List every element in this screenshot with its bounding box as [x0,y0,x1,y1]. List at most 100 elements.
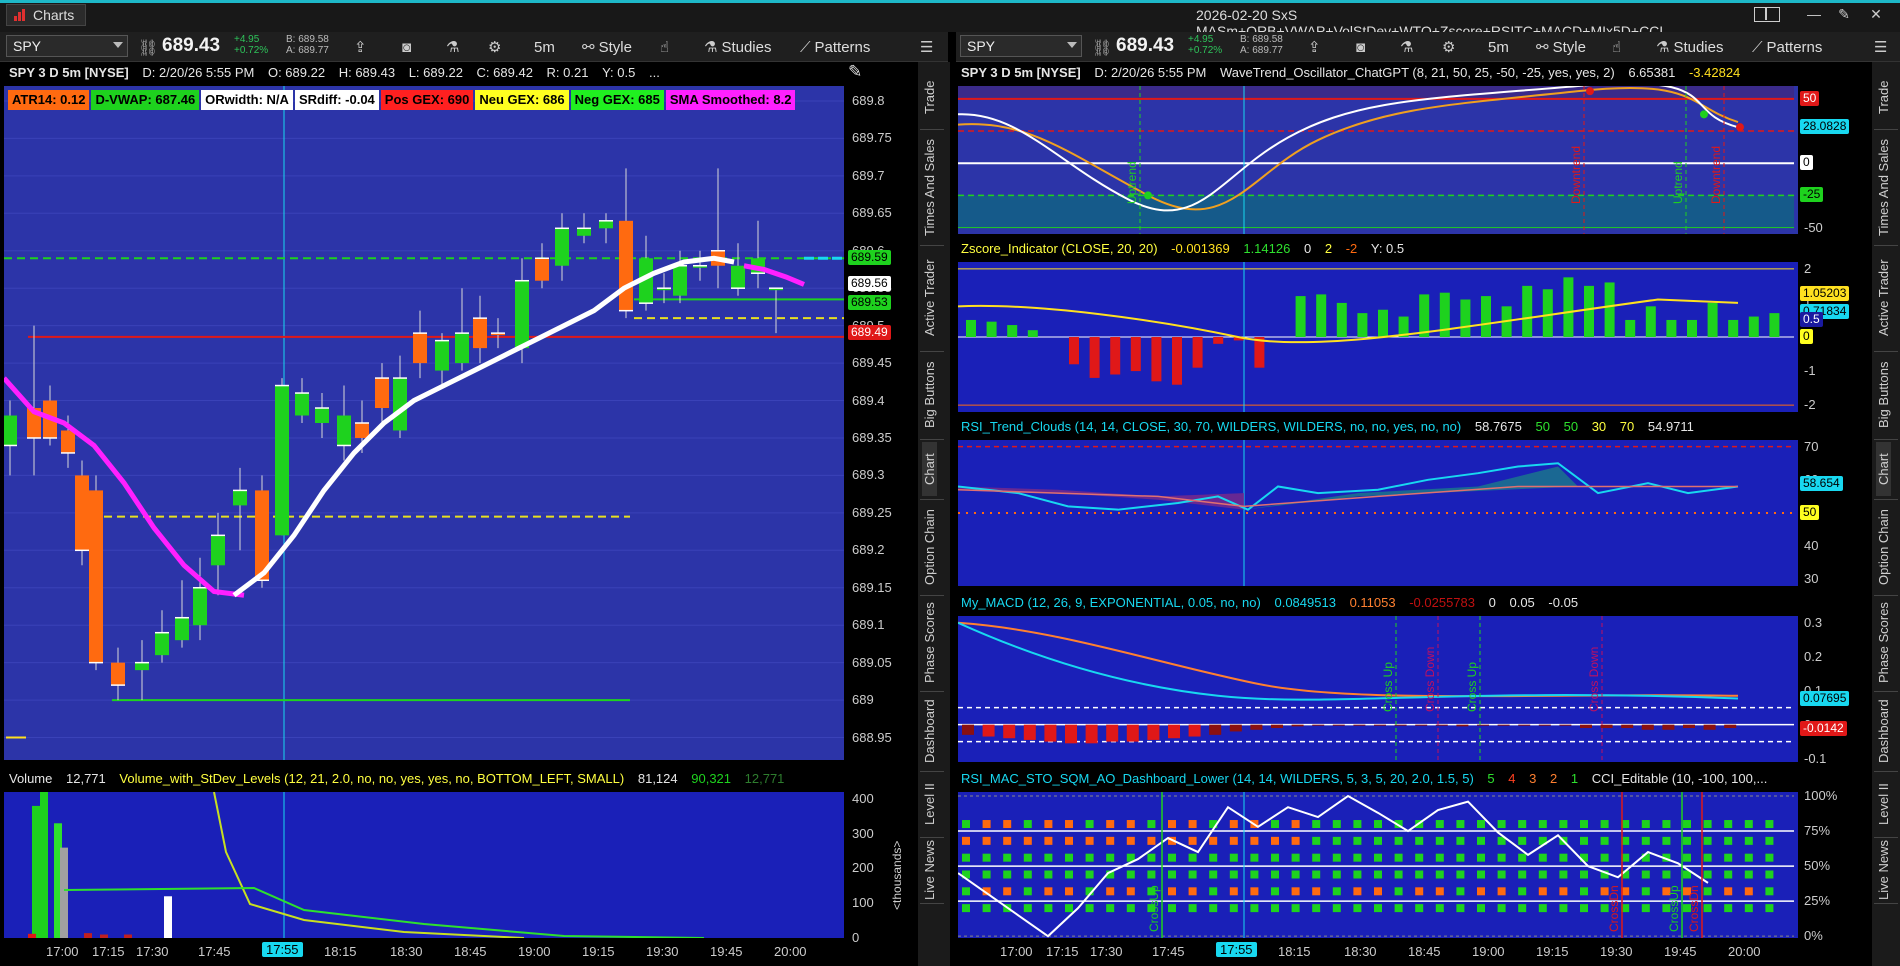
style-button[interactable]: ⚯ Style [582,36,632,58]
volume-study: Volume_with_StDev_Levels (12, 21, 2.0, n… [119,771,625,786]
side-tab-times-and-sales[interactable]: Times And Sales [922,132,937,242]
side-tab-dashboard[interactable]: Dashboard [922,694,937,768]
flask-icon[interactable]: ⚗ [1400,36,1413,58]
macd-plot[interactable]: Cross Up Cross Down Cross Up Cross Down [958,616,1798,762]
studies-button[interactable]: ⚗ Studies [704,36,772,58]
gear-icon[interactable]: ⚙ [1442,36,1455,58]
dashboard-cell [1312,887,1321,896]
style-button[interactable]: ⚯ Style [1536,36,1586,58]
volume-unit: <thousands> [890,840,904,910]
drawing-icon[interactable]: ☝ [660,36,669,58]
chart-date: D: 2/20/26 5:55 PM [142,65,255,80]
zscore-axis[interactable]: 210-1-21.052030.718340.50 [1798,261,1878,412]
price-axis[interactable]: 689.8689.75689.7689.65689.6689.55689.568… [844,86,906,760]
macd-histogram-bar [1518,724,1531,726]
zscore-bar [1295,296,1306,337]
dashboard-cell [1188,836,1197,845]
macd-axis[interactable]: 0.30.20.10-0.10.07695-0.0142 [1798,615,1878,766]
side-tab-active-trader[interactable]: Active Trader [1876,248,1891,348]
side-tab-level-ii[interactable]: Level II [922,774,937,834]
dashboard-cell [1477,836,1485,845]
pencil-icon[interactable]: ✎ [848,62,872,86]
menu-icon[interactable]: ☰ [1874,36,1887,58]
dashboard-cell [1724,887,1733,896]
time-label: 17:15 [92,944,125,959]
gear-icon[interactable]: ⚙ [488,36,501,58]
zscore-bar [1419,294,1430,337]
screenshot-icon[interactable]: ◙ [1356,36,1365,58]
side-tab-option-chain[interactable]: Option Chain [1876,502,1891,592]
zscore-v4: 2 [1324,241,1333,256]
zscore-plot[interactable] [958,262,1798,412]
side-tab-trade[interactable]: Trade [922,68,937,126]
drawing-icon[interactable]: ☝ [1612,36,1621,58]
screenshot-icon[interactable]: ◙ [402,36,411,58]
dashboard-cell [1312,853,1321,862]
dashboard-cell [1332,853,1341,862]
price-label: 689.56 [848,276,891,292]
volume-plot[interactable] [4,792,844,938]
dashboard-cell [1394,853,1403,862]
symbol-select[interactable]: SPY [960,35,1082,57]
side-tab-dashboard[interactable]: Dashboard [1876,694,1891,768]
side-tab-chart[interactable]: Chart [1876,442,1891,496]
dashboard-cell [1374,820,1382,829]
main-price-plot[interactable] [4,86,844,760]
dashboard-cell [1518,904,1527,913]
side-tab-phase-scores[interactable]: Phase Scores [1876,598,1891,688]
side-tab-option-chain[interactable]: Option Chain [922,502,937,592]
macd-histogram-bar [1641,724,1654,730]
link-icon[interactable]: ⛓ [138,38,158,58]
wt-label: -25 [1800,187,1824,203]
side-tab-big-buttons[interactable]: Big Buttons [922,354,937,436]
dashboard-cell [1580,904,1588,913]
link-icon[interactable]: ⛓ [1092,38,1112,58]
time-label: 19:45 [1664,944,1697,959]
dashboard-cell [1312,904,1321,913]
time-axis[interactable]: 17:00 17:15 17:30 17:45 18:15 18:30 18:45 19:00… [4,938,844,966]
flask-icon[interactable]: ⚗ [446,36,459,58]
patterns-button[interactable]: ⟋ Patterns [800,36,870,58]
volume-tick: 300 [852,825,874,841]
side-tab-level-ii[interactable]: Level II [1876,774,1891,834]
side-tab-live-news[interactable]: Live News [922,840,937,900]
symbol-value: SPY [967,38,996,54]
dashboard-cell [1415,870,1424,879]
rsi-plot[interactable] [958,440,1798,586]
minimize-icon[interactable]: — [1804,6,1824,24]
side-tab-active-trader[interactable]: Active Trader [922,248,937,348]
side-tab-trade[interactable]: Trade [1876,68,1891,126]
time-axis-right[interactable]: 17:00 17:15 17:30 17:45 18:15 18:30 18:45 19:00… [958,938,1798,966]
side-tab-live-news[interactable]: Live News [1876,840,1891,900]
current-time-label: 17:55 [1216,942,1257,957]
zscore-bar [1110,337,1121,375]
signal-label: Uptrend [1671,161,1685,204]
dashboard-axis[interactable]: 100% 75% 50% 25% 0% [1798,788,1878,943]
cross-down-dot [1736,123,1744,132]
wavetrend-axis[interactable]: 500-25-505028.08280-25 [1798,86,1878,235]
close-icon[interactable]: ✕ [1866,6,1886,24]
dashboard-plot[interactable]: CrossUp CrossDn CrossUp CrossDn [958,792,1798,938]
symbol-select[interactable]: SPY [6,35,128,57]
patterns-button[interactable]: ⟋ Patterns [1752,36,1822,58]
rsi-axis[interactable]: 706050403058.65450 [1798,439,1878,586]
interval-button[interactable]: 5m [1488,36,1509,58]
wavetrend-v1: 6.65381 [1628,65,1676,80]
style-icon: ⚯ [1536,39,1549,56]
price-tick: 689.15 [852,579,892,595]
side-tab-big-buttons[interactable]: Big Buttons [1876,354,1891,436]
zscore-bar [1336,302,1347,337]
menu-icon[interactable]: ☰ [920,36,933,58]
layout-toggle-icon[interactable] [1752,6,1782,24]
interval-button[interactable]: 5m [534,36,555,58]
side-tab-phase-scores[interactable]: Phase Scores [922,598,937,688]
share-icon[interactable]: ⇪ [354,36,367,58]
studies-button[interactable]: ⚗ Studies [1656,36,1724,58]
axis-tick: -1 [1804,363,1816,379]
share-icon[interactable]: ⇪ [1308,36,1321,58]
side-tab-times-and-sales[interactable]: Times And Sales [1876,132,1891,242]
pin-icon[interactable]: ✎ [1834,6,1854,24]
wavetrend-plot[interactable]: Uptrend Downtrend Uptrend Downtrend [958,86,1798,234]
side-tab-chart[interactable]: Chart [922,442,937,496]
more-button[interactable]: ... [644,62,665,84]
